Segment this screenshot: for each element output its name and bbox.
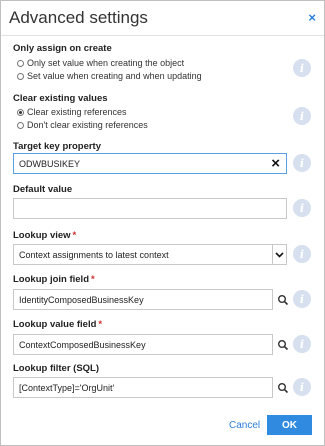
lookup-join-label: Lookup join field * [13,274,95,285]
info-icon[interactable]: i [293,378,311,396]
info-icon[interactable]: i [293,199,311,217]
target-key-value: ODWBUSIKEY [19,158,81,169]
lookup-view-label-text: Lookup view [13,230,71,241]
lookup-join-input[interactable]: IdentityComposedBusinessKey [13,289,273,310]
info-icon[interactable]: i [293,107,311,125]
lookup-filter-label: Lookup filter (SQL) [13,363,100,374]
lookup-filter-input[interactable]: [ContextType]='OrgUnit' [13,377,273,398]
lookup-value-input[interactable]: ContextComposedBusinessKey [13,334,273,355]
default-value-label: Default value [13,184,73,195]
clear-existing-label: Clear existing values [13,93,108,104]
radio-label: Set value when creating and when updatin… [27,71,202,81]
search-icon[interactable] [277,382,289,394]
required-asterisk: * [72,230,77,241]
radio-button-icon[interactable] [17,121,24,129]
radio-dont-clear-references[interactable]: Don't clear existing references [17,120,148,130]
close-icon[interactable]: × [308,11,316,24]
lookup-value-label: Lookup value field * [13,319,102,330]
required-asterisk: * [98,319,103,330]
lookup-view-value: Context assignments to latest context [19,249,169,260]
lookup-value-label-text: Lookup value field [13,319,97,330]
dialog-header: Advanced settings × [1,1,324,36]
default-value-input[interactable] [13,198,287,219]
radio-label: Don't clear existing references [27,120,148,130]
lookup-join-label-text: Lookup join field [13,274,89,285]
chevron-down-icon[interactable] [272,245,286,264]
required-asterisk: * [91,274,95,285]
radio-only-set-on-create[interactable]: Only set value when creating the object [17,58,184,68]
dialog-title: Advanced settings [9,8,148,27]
radio-set-create-and-update[interactable]: Set value when creating and when updatin… [17,71,202,81]
radio-label: Only set value when creating the object [27,58,185,68]
search-icon[interactable] [277,294,289,306]
info-icon[interactable]: i [293,245,311,263]
cancel-button[interactable]: Cancel [229,420,260,431]
info-icon[interactable]: i [293,290,311,308]
radio-button-checked-icon[interactable] [17,108,24,116]
target-key-input[interactable]: ODWBUSIKEY × [13,153,287,174]
radio-button-icon[interactable] [17,59,24,67]
radio-button-icon[interactable] [17,72,24,80]
search-icon[interactable] [277,339,289,351]
lookup-filter-value: [ContextType]='OrgUnit' [19,382,115,393]
radio-label: Clear existing references [27,107,127,117]
target-key-label: Target key property [13,141,101,152]
info-icon[interactable]: i [293,59,311,77]
lookup-value-value: ContextComposedBusinessKey [19,339,146,350]
radio-clear-existing-references[interactable]: Clear existing references [17,107,127,117]
info-icon[interactable]: i [293,154,311,172]
lookup-view-label: Lookup view * [13,230,76,241]
clear-icon[interactable]: × [271,156,280,171]
only-assign-label: Only assign on create [13,43,112,54]
lookup-view-select[interactable]: Context assignments to latest context [13,244,287,265]
info-icon[interactable]: i [293,335,311,353]
lookup-join-value: IdentityComposedBusinessKey [19,294,144,305]
advanced-settings-dialog: Advanced settings × Only assign on creat… [0,0,325,446]
ok-button[interactable]: OK [267,415,312,435]
